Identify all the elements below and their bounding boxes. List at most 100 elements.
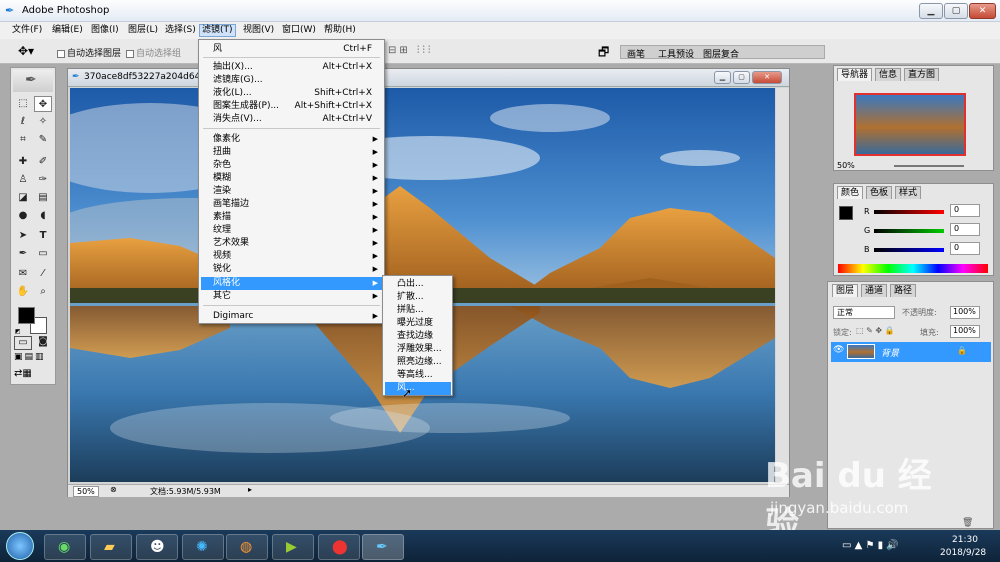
gradient-tool-icon[interactable]: ▤: [34, 190, 52, 206]
doc-maximize-button[interactable]: ▢: [733, 71, 750, 84]
doc-close-button[interactable]: ✕: [752, 71, 782, 84]
submenu-item-diffuse[interactable]: 扩散...: [385, 291, 451, 304]
menu-edit[interactable]: 编辑(E): [50, 24, 85, 37]
menu-item-texture[interactable]: 纹理 ▶: [201, 224, 382, 237]
menu-image[interactable]: 图像(I): [89, 24, 121, 37]
close-button[interactable]: ✕: [969, 3, 996, 19]
pen-tool-icon[interactable]: ✒: [14, 246, 32, 262]
menu-help[interactable]: 帮助(H): [322, 24, 358, 37]
menu-item-noise[interactable]: 杂色 ▶: [201, 159, 382, 172]
palette-well-icon[interactable]: 🗗: [598, 43, 609, 64]
lock-icons[interactable]: ⬚ ✎ ✥ 🔒: [856, 326, 895, 335]
submenu-item-trace-contour[interactable]: 等高线...: [385, 369, 451, 382]
eye-icon[interactable]: 👁: [833, 345, 844, 355]
b-value[interactable]: 0: [950, 242, 980, 255]
tab-styles[interactable]: 样式: [895, 186, 922, 199]
submenu-item-wind[interactable]: 风...: [385, 382, 451, 395]
blend-mode-select[interactable]: 正常: [833, 306, 895, 319]
menu-item-pattern-maker[interactable]: 图案生成器(P)... Alt+Shift+Ctrl+X: [201, 100, 382, 113]
menu-item-extract[interactable]: 抽出(X)... Alt+Ctrl+X: [201, 61, 382, 74]
tab-channels[interactable]: 通道: [861, 284, 888, 297]
menu-item-render[interactable]: 渲染 ▶: [201, 185, 382, 198]
color-ramp[interactable]: [838, 264, 988, 273]
taskbar-app-photoshop[interactable]: ✒: [362, 534, 404, 560]
menu-item-filter-gallery[interactable]: 滤镜库(G)...: [201, 74, 382, 87]
navigator-zoom-slider[interactable]: [894, 165, 964, 167]
taskbar-app-recorder[interactable]: ⬤: [318, 534, 360, 560]
submenu-item-solarize[interactable]: 曝光过度: [385, 317, 451, 330]
submenu-item-extrude[interactable]: 凸出...: [385, 278, 451, 291]
r-value[interactable]: 0: [950, 204, 980, 217]
jump-to-imageready-icon[interactable]: ⇄▦: [14, 368, 32, 379]
document-size[interactable]: 文档:5.93M/5.93M: [150, 486, 221, 497]
tab-layers[interactable]: 图层: [832, 284, 859, 297]
hand-tool-icon[interactable]: ✋: [14, 284, 32, 300]
taskbar-app-qq[interactable]: ☻: [136, 534, 178, 560]
history-brush-icon[interactable]: ✑: [34, 172, 52, 188]
navigator-thumbnail[interactable]: [854, 93, 966, 156]
taskbar-app-player[interactable]: ▶: [272, 534, 314, 560]
default-colors-icon[interactable]: ◩: [15, 328, 21, 335]
menu-window[interactable]: 窗口(W): [280, 24, 318, 37]
taskbar-app-media[interactable]: ✺: [182, 534, 224, 560]
palette-tab-brushes[interactable]: 画笔: [627, 47, 645, 60]
submenu-item-tiles[interactable]: 拼贴...: [385, 304, 451, 317]
menu-item-sketch[interactable]: 素描 ▶: [201, 211, 382, 224]
tab-navigator[interactable]: 导航器: [837, 68, 873, 81]
taskbar-app-explorer[interactable]: ▰: [90, 534, 132, 560]
zoom-field[interactable]: 50%: [73, 486, 99, 497]
fill-field[interactable]: 100%: [950, 325, 980, 338]
foreground-color-swatch[interactable]: [18, 307, 35, 324]
menu-item-distort[interactable]: 扭曲 ▶: [201, 146, 382, 159]
clock-time[interactable]: 21:30: [952, 535, 978, 545]
minimize-button[interactable]: ▁: [919, 3, 943, 19]
menu-item-liquify[interactable]: 液化(L)... Shift+Ctrl+X: [201, 87, 382, 100]
standard-mode-icon[interactable]: ▭: [14, 336, 32, 350]
r-slider[interactable]: [874, 210, 944, 214]
tab-swatches[interactable]: 色板: [866, 186, 893, 199]
opacity-field[interactable]: 100%: [950, 306, 980, 319]
submenu-item-emboss[interactable]: 浮雕效果...: [385, 343, 451, 356]
menu-item-blur[interactable]: 模糊 ▶: [201, 172, 382, 185]
quick-mask-icon[interactable]: ◙: [34, 336, 52, 350]
menu-item-digimarc[interactable]: Digimarc ▶: [201, 310, 382, 323]
menu-item-brush-strokes[interactable]: 画笔描边 ▶: [201, 198, 382, 211]
tray-icons[interactable]: ▭ ▲ ⚑ ▮ 🔊: [842, 540, 899, 551]
g-value[interactable]: 0: [950, 223, 980, 236]
doc-minimize-button[interactable]: ▁: [714, 71, 731, 84]
blur-tool-icon[interactable]: ●: [14, 208, 32, 224]
menu-item-vanishing-point[interactable]: 消失点(V)... Alt+Ctrl+V: [201, 113, 382, 126]
eraser-tool-icon[interactable]: ◪: [14, 190, 32, 206]
brush-tool-icon[interactable]: ✐: [34, 154, 52, 170]
screen-mode-icons[interactable]: ▣▤▥: [14, 352, 46, 362]
taskbar-app-browser[interactable]: ◉: [44, 534, 86, 560]
crop-tool-icon[interactable]: ⌗: [14, 132, 32, 148]
path-select-icon[interactable]: ➤: [14, 228, 32, 244]
menu-item-stylize[interactable]: 风格化 ▶: [201, 277, 382, 290]
eyedropper-icon[interactable]: ⁄: [34, 266, 52, 282]
status-arrow-icon[interactable]: ▸: [248, 485, 252, 494]
tab-color[interactable]: 颜色: [837, 186, 864, 199]
lasso-tool-icon[interactable]: ℓ: [14, 114, 32, 130]
tab-paths[interactable]: 路径: [890, 284, 917, 297]
align-icons[interactable]: ⊟⊞ ⫶⫶⫶: [388, 45, 433, 56]
menu-layer[interactable]: 图层(L): [126, 24, 160, 37]
menu-item-video[interactable]: 视频 ▶: [201, 250, 382, 263]
g-slider[interactable]: [874, 229, 944, 233]
menu-item-artistic[interactable]: 艺术效果 ▶: [201, 237, 382, 250]
dodge-tool-icon[interactable]: ◖: [34, 208, 52, 224]
slice-tool-icon[interactable]: ✎: [34, 132, 52, 148]
maximize-button[interactable]: ▢: [944, 3, 968, 19]
layer-name[interactable]: 背景: [881, 346, 899, 359]
vertical-scrollbar[interactable]: [776, 88, 789, 483]
clone-stamp-icon[interactable]: ♙: [14, 172, 32, 188]
menu-view[interactable]: 视图(V): [241, 24, 276, 37]
notes-tool-icon[interactable]: ✉: [14, 266, 32, 282]
shape-tool-icon[interactable]: ▭: [34, 246, 52, 262]
taskbar-app-firefox[interactable]: ◍: [226, 534, 268, 560]
submenu-item-find-edges[interactable]: 查找边缘: [385, 330, 451, 343]
tab-histogram[interactable]: 直方图: [904, 68, 940, 81]
palette-tab-layer-comps[interactable]: 图层复合: [703, 47, 739, 60]
menu-item-sharpen[interactable]: 锐化 ▶: [201, 263, 382, 276]
submenu-item-glowing-edges[interactable]: 照亮边缘...: [385, 356, 451, 369]
